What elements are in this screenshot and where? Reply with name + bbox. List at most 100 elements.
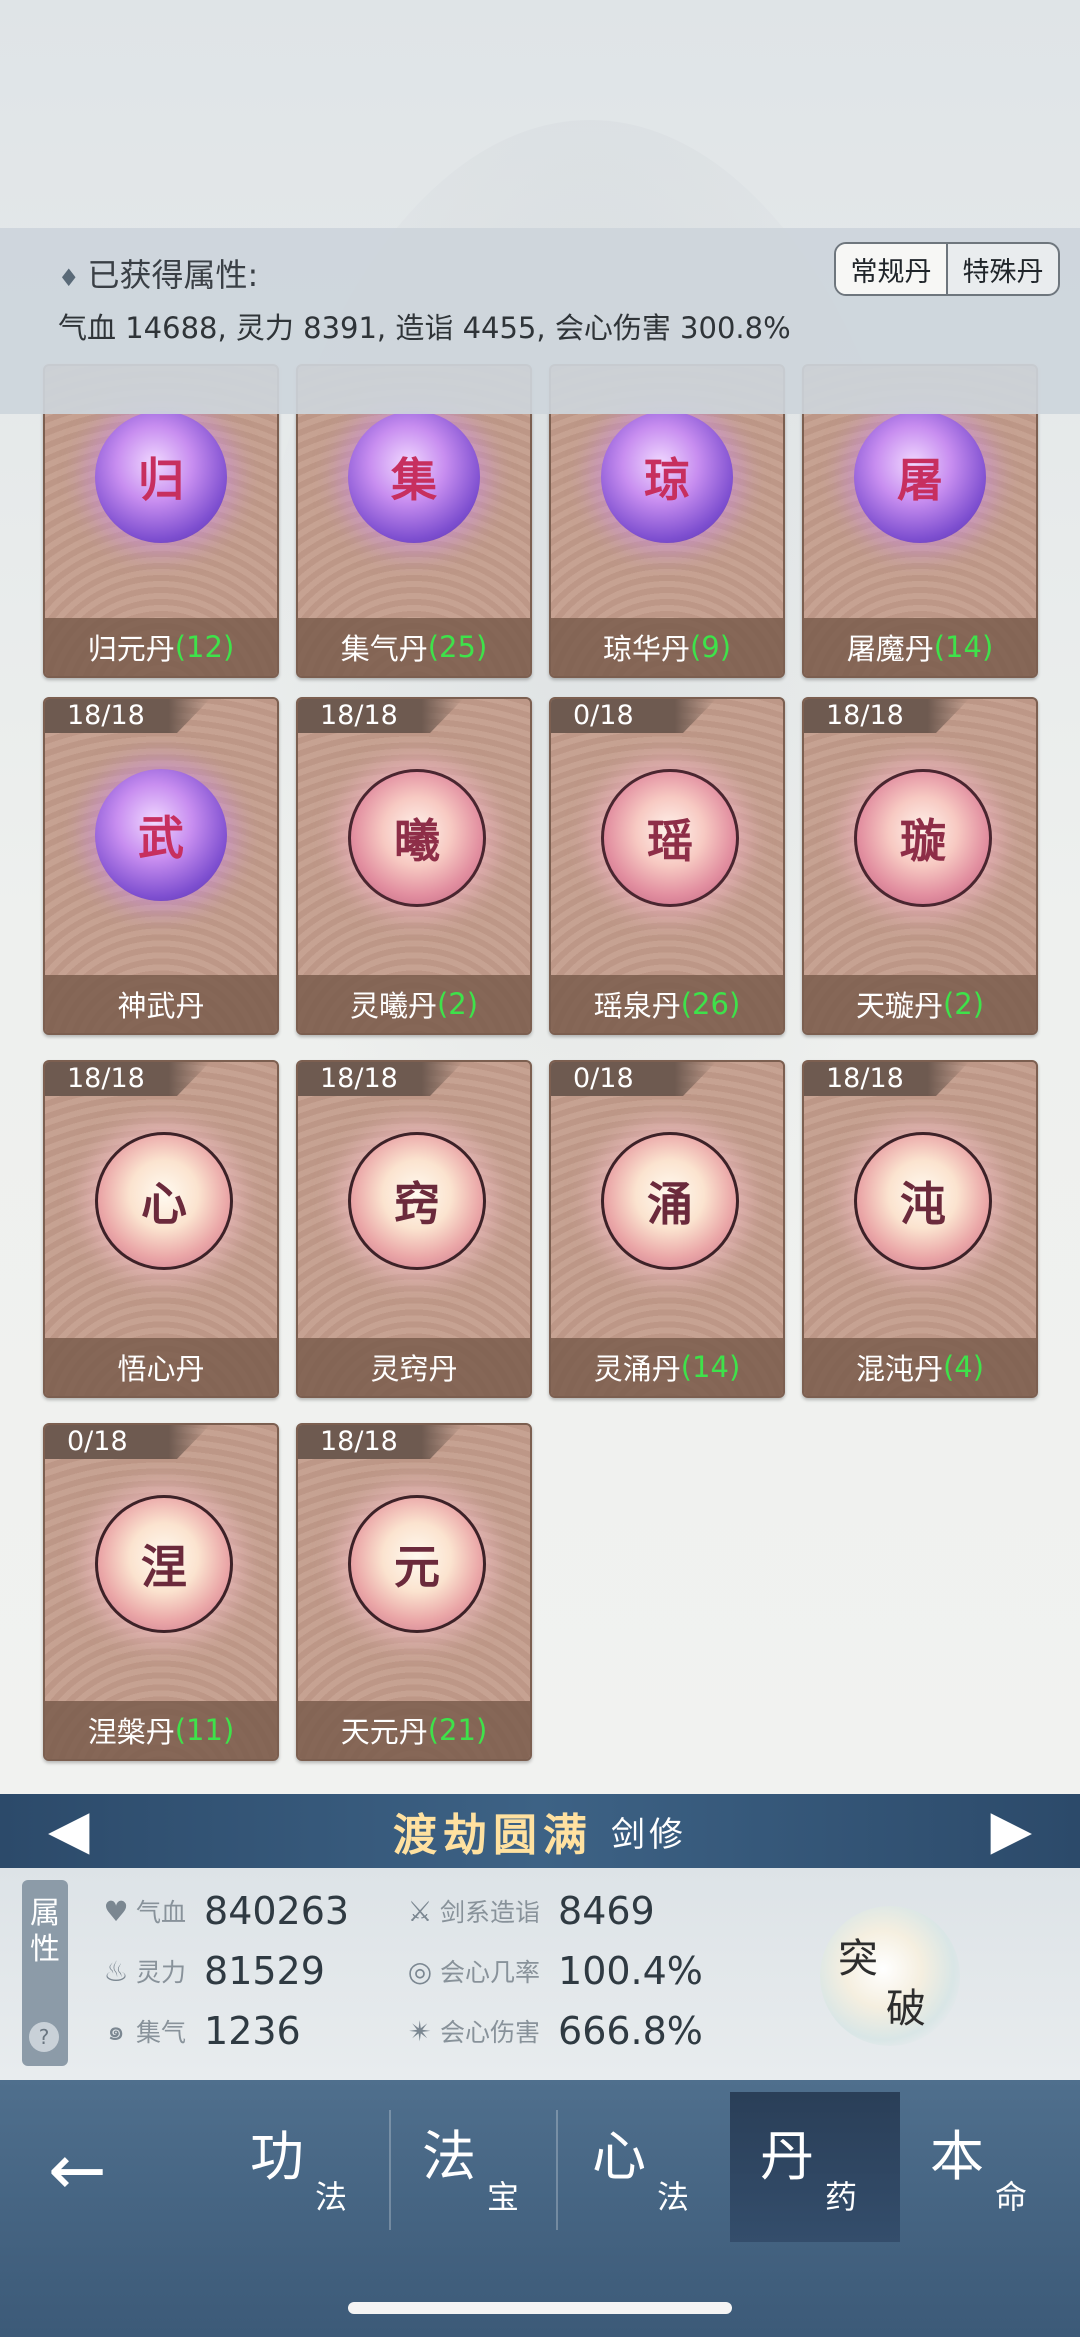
pill-quantity: (12) xyxy=(174,630,235,664)
pill-orb-icon: 瑶 xyxy=(601,769,739,907)
nav-tab-natal[interactable]: 本 命 xyxy=(900,2092,1070,2242)
stat-label: 气血 xyxy=(136,1898,187,1927)
pill-name: 归元丹 xyxy=(87,632,175,666)
pill-count-badge: 18/18 xyxy=(45,699,210,733)
pill-orb-icon: 归 xyxy=(95,411,227,543)
prev-arrow-icon[interactable]: ◀ xyxy=(48,1800,90,1860)
pill-orb-icon: 涌 xyxy=(601,1132,739,1270)
flame-icon: ♨ xyxy=(103,1954,129,1988)
nav-tab-subchar: 药 xyxy=(825,2178,858,2216)
pill-char: 窍 xyxy=(394,1177,440,1231)
pill-name-bar: 屠魔丹 (14) xyxy=(804,618,1036,676)
nav-tab-char: 丹 xyxy=(760,2125,814,2188)
pill-name: 神武丹 xyxy=(117,989,205,1023)
sword-icon: ⚔ xyxy=(407,1894,433,1928)
pill-name-bar: 天璇丹 (2) xyxy=(804,975,1036,1033)
nav-tab-char: 功 xyxy=(250,2125,304,2188)
pill-count-badge: 18/18 xyxy=(298,1062,463,1096)
pill-card[interactable]: 18/18 曦灵曦丹 (2) xyxy=(296,697,532,1035)
stat-hp: ♥ 气血 840263 xyxy=(96,1889,349,1933)
nav-tab-pills[interactable]: 丹 药 xyxy=(730,2092,900,2242)
pill-orb-icon: 璇 xyxy=(854,769,992,907)
cultivation-class: 剑修 xyxy=(611,1814,687,1855)
pill-card[interactable]: 0/18 涌灵涌丹 (14) xyxy=(549,1060,785,1398)
pill-quantity: (21) xyxy=(427,1713,488,1747)
pill-char: 涌 xyxy=(647,1177,693,1231)
pill-name: 灵曦丹 xyxy=(349,989,437,1023)
pill-card[interactable]: 18/18 窍灵窍丹 xyxy=(296,1060,532,1398)
pill-name: 集气丹 xyxy=(340,632,428,666)
pill-name-bar: 归元丹 (12) xyxy=(45,618,277,676)
pill-count-badge: 18/18 xyxy=(804,1062,969,1096)
pill-orb-icon: 心 xyxy=(95,1132,233,1270)
nav-tab-char: 法 xyxy=(422,2125,476,2188)
swirl-icon: ๑ xyxy=(107,2014,125,2047)
pill-name: 涅槃丹 xyxy=(87,1715,175,1749)
pill-name: 天元丹 xyxy=(340,1715,428,1749)
nav-tab-skills[interactable]: 功 法 xyxy=(220,2092,390,2242)
pill-name-bar: 琼华丹 (9) xyxy=(551,618,783,676)
back-arrow-icon[interactable]: ← xyxy=(48,2135,107,2205)
acquired-attributes-title: ♦ 已获得属性: xyxy=(58,250,258,296)
pill-count-badge: 18/18 xyxy=(298,1425,463,1459)
pill-name: 灵窍丹 xyxy=(370,1352,458,1386)
pill-char: 心 xyxy=(141,1177,187,1231)
pill-name: 屠魔丹 xyxy=(846,632,934,666)
pill-orb-icon: 琼 xyxy=(601,411,733,543)
pill-count-badge: 0/18 xyxy=(45,1425,210,1459)
pill-quantity: (26) xyxy=(680,987,741,1021)
pill-char: 琼 xyxy=(644,453,690,507)
stat-value: 1236 xyxy=(204,2009,301,2053)
tag-char-1: 属 xyxy=(30,1896,60,1931)
pill-char: 集 xyxy=(391,453,437,507)
nav-tab-subchar: 法 xyxy=(657,2178,690,2216)
stat-label: 会心几率 xyxy=(440,1958,541,1987)
nav-tab-char: 心 xyxy=(592,2125,646,2188)
pill-count-badge: 18/18 xyxy=(45,1062,210,1096)
nav-tab-char: 本 xyxy=(930,2125,984,2188)
pill-quantity: (4) xyxy=(942,1350,985,1384)
pill-name: 瑶泉丹 xyxy=(593,989,681,1023)
pill-card[interactable]: 18/18 元天元丹 (21) xyxy=(296,1423,532,1761)
tab-regular-pills[interactable]: 常规丹 xyxy=(836,244,946,294)
pill-orb-icon: 集 xyxy=(348,411,480,543)
pill-char: 瑶 xyxy=(647,814,693,868)
nav-tab-mind-arts[interactable]: 心 法 xyxy=(562,2092,732,2242)
next-arrow-icon[interactable]: ▶ xyxy=(990,1800,1032,1860)
pill-name-bar: 灵窍丹 xyxy=(298,1338,530,1396)
tab-special-pills[interactable]: 特殊丹 xyxy=(946,244,1058,294)
pill-quantity: (9) xyxy=(689,630,732,664)
pill-card[interactable]: 0/18 涅涅槃丹 (11) xyxy=(43,1423,279,1761)
nav-separator xyxy=(556,2110,558,2230)
diamond-icon: ♦ xyxy=(58,264,80,292)
pill-orb-icon: 武 xyxy=(95,769,227,901)
pill-name-bar: 涅槃丹 (11) xyxy=(45,1701,277,1759)
pill-char: 屠 xyxy=(897,453,943,507)
stat-value: 840263 xyxy=(204,1889,350,1933)
pill-name: 琼华丹 xyxy=(602,632,690,666)
pill-name-bar: 神武丹 xyxy=(45,975,277,1033)
acquired-attributes-stats: 气血 14688, 灵力 8391, 造诣 4455, 会心伤害 300.8% xyxy=(58,311,791,345)
breakthrough-button[interactable]: 突 破 xyxy=(820,1906,960,2046)
nav-separator xyxy=(389,2110,391,2230)
pill-card[interactable]: 18/18 心悟心丹 xyxy=(43,1060,279,1398)
pill-card[interactable]: 18/18 武神武丹 xyxy=(43,697,279,1035)
stat-gather: ๑ 集气 1236 xyxy=(96,2009,301,2053)
pill-name-bar: 瑶泉丹 (26) xyxy=(551,975,783,1033)
nav-tab-treasures[interactable]: 法 宝 xyxy=(392,2092,562,2242)
help-icon[interactable]: ? xyxy=(29,2022,59,2052)
pill-char: 武 xyxy=(138,811,184,865)
pill-card[interactable]: 0/18 瑶瑶泉丹 (26) xyxy=(549,697,785,1035)
pill-quantity: (25) xyxy=(427,630,488,664)
pill-card[interactable]: 18/18 沌混沌丹 (4) xyxy=(802,1060,1038,1398)
pill-name: 灵涌丹 xyxy=(593,1352,681,1386)
pill-name-bar: 集气丹 (25) xyxy=(298,618,530,676)
pill-orb-icon: 元 xyxy=(348,1495,486,1633)
breakthrough-char-2: 破 xyxy=(886,1986,926,2032)
pill-char: 元 xyxy=(394,1540,440,1594)
pill-orb-icon: 沌 xyxy=(854,1132,992,1270)
stat-value: 81529 xyxy=(204,1949,325,1993)
pill-name-bar: 灵涌丹 (14) xyxy=(551,1338,783,1396)
pill-card[interactable]: 18/18 璇天璇丹 (2) xyxy=(802,697,1038,1035)
title-text: 已获得属性: xyxy=(87,256,259,294)
